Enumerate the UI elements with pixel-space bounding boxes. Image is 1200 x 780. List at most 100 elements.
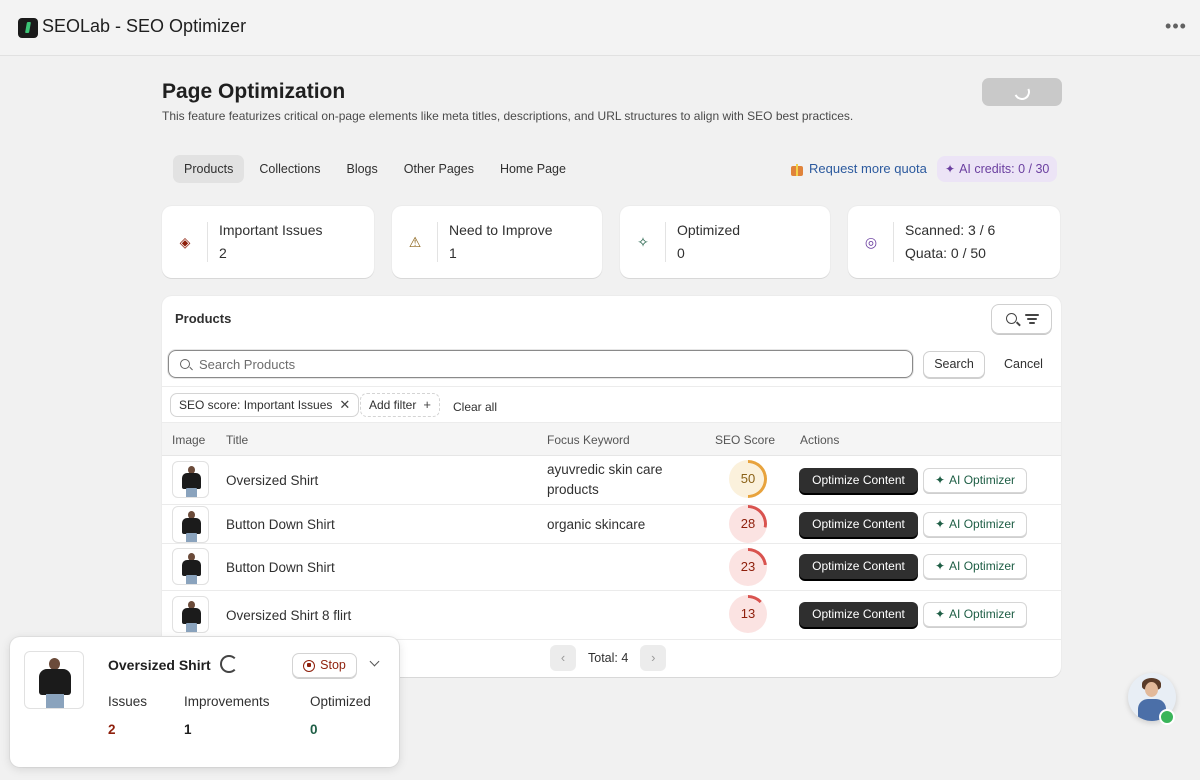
chevron-down-icon[interactable] (368, 657, 382, 671)
seo-score-ring: 28 (729, 505, 767, 543)
app-logo-icon (18, 18, 38, 38)
optimize-content-button[interactable]: Optimize Content (799, 602, 918, 627)
tab-products[interactable]: Products (173, 155, 245, 183)
progress-stat-label: Optimized (310, 694, 371, 709)
stat-label: Important Issues (219, 222, 323, 238)
column-header-actions: Actions (800, 433, 840, 447)
tab-collections[interactable]: Collections (248, 155, 331, 183)
progress-stat-label: Improvements (184, 694, 270, 709)
cancel-button[interactable]: Cancel (996, 351, 1051, 378)
page-subtitle: This feature featurizes critical on-page… (162, 109, 854, 123)
search-icon (1006, 313, 1017, 324)
stat-value: 2 (219, 245, 227, 261)
seo-score-value: 23 (740, 559, 756, 574)
optimize-content-button[interactable]: Optimize Content (799, 554, 918, 579)
seo-score-value: 50 (740, 471, 756, 486)
seo-score-value: 28 (740, 516, 756, 531)
stat-value: 1 (449, 245, 457, 261)
progress-stat-value: 1 (184, 722, 192, 737)
clear-all-button[interactable]: Clear all (453, 400, 497, 414)
search-box (168, 350, 913, 378)
stop-label: Stop (320, 658, 346, 672)
sparkle-icon: ✦ (934, 559, 946, 573)
progress-stat-value: 0 (310, 722, 318, 737)
sparkle-icon: ✦ (934, 517, 946, 531)
stop-button[interactable]: Stop (292, 653, 357, 678)
online-status-dot (1159, 709, 1175, 725)
tab-home-page[interactable]: Home Page (489, 155, 577, 183)
ai-optimizer-label: AI Optimizer (949, 473, 1016, 487)
ai-credits-badge: ✦ AI credits: 0 / 30 (937, 156, 1058, 182)
next-page-button[interactable]: › (640, 645, 667, 671)
scan-button-loading[interactable] (982, 78, 1062, 106)
sparkle-icon: ✧ (637, 234, 649, 250)
seo-score-ring: 50 (729, 460, 767, 498)
ai-optimizer-label: AI Optimizer (949, 559, 1016, 573)
optimize-content-button[interactable]: Optimize Content (799, 468, 918, 493)
ai-optimizer-button[interactable]: ✦ AI Optimizer (923, 468, 1027, 493)
ai-optimizer-button[interactable]: ✦ AI Optimizer (923, 554, 1027, 579)
table-row[interactable]: Oversized Shirt ayuvredic skin care prod… (162, 456, 1061, 505)
column-header-title: Title (226, 433, 249, 447)
seo-score-ring: 13 (729, 595, 767, 633)
ai-optimizer-button[interactable]: ✦ AI Optimizer (923, 512, 1027, 537)
sparkle-icon: ✦ (934, 607, 946, 621)
product-title[interactable]: Button Down Shirt (226, 517, 335, 532)
progress-product-title: Oversized Shirt (108, 657, 211, 673)
search-button[interactable]: Search (923, 351, 985, 378)
stat-label: Scanned: 3 / 6 (905, 222, 996, 238)
focus-keyword: ayuvredic skin care products (547, 462, 663, 497)
table-row[interactable]: Oversized Shirt 8 flirt 13 Optimize Cont… (162, 591, 1061, 640)
product-title[interactable]: Oversized Shirt 8 flirt (226, 608, 351, 623)
prev-page-button[interactable]: ‹ (550, 645, 576, 671)
remove-filter-icon[interactable]: ✕ (339, 394, 350, 416)
stat-card-important-issues: ◈ Important Issues 2 (162, 206, 374, 278)
ai-optimizer-label: AI Optimizer (949, 607, 1016, 621)
optimization-progress-card: Oversized Shirt Stop Issues Improvements… (10, 637, 399, 767)
search-filter-toggle-button[interactable] (991, 304, 1052, 334)
product-title[interactable]: Button Down Shirt (226, 560, 335, 575)
pagination: ‹ Total: 4 › (550, 645, 667, 671)
search-input[interactable] (199, 351, 899, 377)
sparkle-icon: ✦ (934, 473, 946, 487)
top-bar: SEOLab - SEO Optimizer ••• (0, 0, 1200, 56)
progress-stat-label: Issues (108, 694, 148, 709)
stat-card-optimized: ✧ Optimized 0 (620, 206, 830, 278)
alert-diamond-icon: ◈ (179, 234, 191, 250)
column-header-seo-score: SEO Score (715, 433, 776, 447)
add-filter-button[interactable]: Add filter + (360, 393, 440, 417)
page-title: Page Optimization (162, 80, 346, 103)
focus-keyword: organic skincare (547, 517, 646, 532)
product-image (172, 548, 209, 585)
ai-optimizer-button[interactable]: ✦ AI Optimizer (923, 602, 1027, 627)
ellipsis-icon[interactable]: ••• (1164, 16, 1188, 40)
products-panel: Products Search Cancel SEO score: Import… (162, 296, 1061, 677)
tab-blogs[interactable]: Blogs (335, 155, 388, 183)
warning-triangle-icon: ⚠ (408, 234, 422, 250)
add-filter-label: Add filter (369, 398, 417, 412)
stat-card-scanned: ◎ Scanned: 3 / 6 Quata: 0 / 50 (848, 206, 1060, 278)
filter-chip-label: SEO score: Important Issues (179, 398, 333, 412)
ai-credits-label: AI credits: 0 / 30 (959, 162, 1050, 176)
product-image (172, 461, 209, 498)
stat-label: Need to Improve (449, 222, 553, 238)
table-row[interactable]: Button Down Shirt organic skincare 28 Op… (162, 505, 1061, 544)
filter-row: SEO score: Important Issues ✕ Add filter… (162, 386, 1061, 422)
product-image (172, 596, 209, 633)
product-image (172, 506, 209, 543)
search-icon (180, 359, 190, 369)
product-title[interactable]: Oversized Shirt (226, 473, 318, 488)
seo-score-value: 13 (740, 606, 756, 621)
request-quota-link[interactable]: Request more quota (790, 161, 927, 176)
loading-spinner-icon (1011, 81, 1033, 103)
product-image (24, 651, 84, 709)
ai-optimizer-label: AI Optimizer (949, 517, 1016, 531)
target-icon: ◎ (864, 234, 878, 250)
tab-other-pages[interactable]: Other Pages (393, 155, 485, 183)
filter-lines-icon (1025, 314, 1039, 324)
page-type-tabs: Products Collections Blogs Other Pages H… (173, 155, 581, 183)
optimize-content-button[interactable]: Optimize Content (799, 512, 918, 537)
active-filter-chip[interactable]: SEO score: Important Issues ✕ (170, 393, 360, 417)
panel-title: Products (175, 311, 232, 326)
table-row[interactable]: Button Down Shirt 23 Optimize Content ✦ … (162, 544, 1061, 591)
